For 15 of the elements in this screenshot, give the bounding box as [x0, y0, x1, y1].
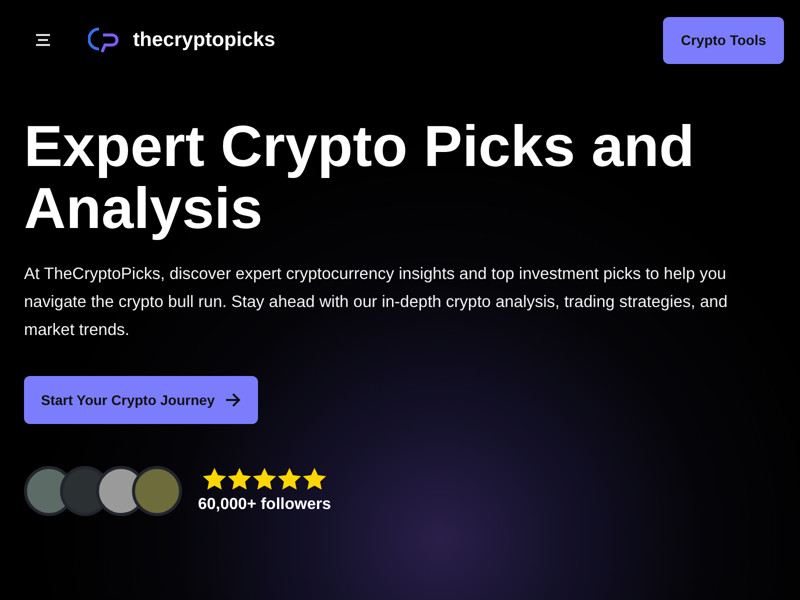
followers-count: 60,000+ followers: [198, 496, 331, 514]
star-icon: [302, 468, 326, 490]
menu-icon: [34, 32, 52, 48]
star-icon: [252, 468, 276, 490]
star-icon: [228, 468, 251, 490]
arrow-right-icon: [224, 393, 241, 407]
crypto-tools-button[interactable]: Crypto Tools: [663, 16, 784, 64]
hero-description: At TheCryptoPicks, discover expert cryptocurrency insights and top investment picks to help you navigate the crypto bull run. Stay ahead with our in-depth crypto analysis, trading strategies, and market trends.: [24, 264, 728, 341]
star-icon: [202, 468, 226, 490]
logo-icon: [88, 26, 120, 54]
avatar-placeholder: [132, 466, 182, 516]
brand-name[interactable]: thecryptopicks: [133, 28, 276, 52]
start-journey-button[interactable]: Start Your Crypto Journey: [24, 376, 258, 424]
star-icon: [278, 468, 301, 490]
hero-heading: Expert Crypto Picks and Analysis: [24, 116, 696, 240]
